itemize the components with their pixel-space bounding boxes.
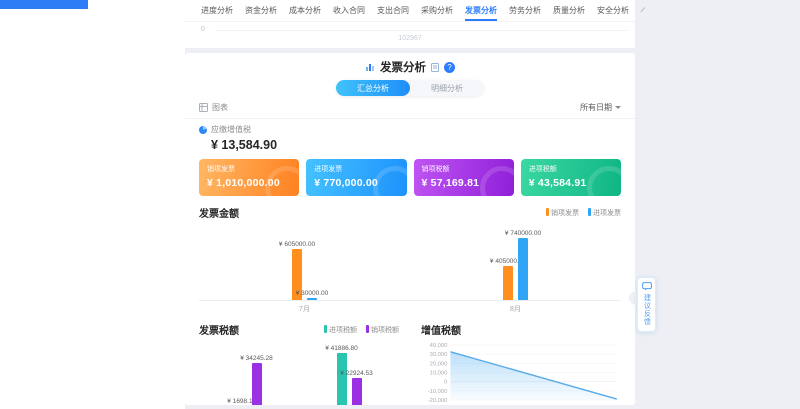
stat-card-value: ¥ 43,584.91: [529, 177, 613, 189]
page-title: 发票分析: [380, 59, 426, 75]
legend-invoice-tax: 进项税额销项税额: [324, 325, 399, 335]
date-filter-dropdown[interactable]: 所有日期: [580, 102, 621, 113]
bar-group: ¥ 41886.80 ¥ 22924.53: [337, 353, 362, 405]
nav-tab[interactable]: 发票分析: [465, 0, 497, 21]
bar-value-label: ¥ 41886.80: [325, 345, 358, 352]
main-column: 进度分析资金分析成本分析收入合同支出合同采购分析发票分析劳务分析质量分析安全分析…: [185, 0, 635, 409]
legend-item[interactable]: 销项税额: [366, 325, 399, 335]
legend-item[interactable]: 进项发票: [588, 208, 621, 218]
analysis-mode-toggle: 汇总分析 明细分析: [336, 80, 484, 96]
section-title-vat-amount: 增值税额: [421, 322, 461, 337]
svg-text:10,000: 10,000: [430, 371, 448, 377]
chart-mode-label[interactable]: 图表: [212, 102, 228, 113]
vat-summary-label: 应缴增值税: [211, 124, 251, 135]
bar-value-label: ¥ 34245.28: [240, 355, 273, 362]
top-left-accent-bar: [0, 0, 88, 9]
stat-card-label: 销项发票: [207, 164, 291, 174]
stat-card: 进项发票 ¥ 770,000.00: [306, 159, 406, 196]
line-chart-vat: 40,00030,00020,00010,0000-10,000-20,0002…: [421, 339, 621, 405]
bar: ¥ 22924.53: [352, 378, 362, 405]
invoice-amount-section: 发票金额 销项发票进项发票 ¥ 605000.00¥ 30000.00¥ 405…: [185, 205, 635, 314]
date-filter-value: 所有日期: [580, 102, 612, 113]
bar-value-label: ¥ 22924.53: [340, 370, 373, 377]
left-background-panel: [0, 0, 185, 409]
category-label: 7月: [299, 304, 310, 314]
chart-mode-icon: [199, 103, 208, 112]
feedback-widget[interactable]: 建议反馈: [637, 277, 656, 332]
stat-card-value: ¥ 1,010,000.00: [207, 177, 291, 189]
svg-text:-20,000: -20,000: [428, 398, 448, 404]
filter-row: 图表 所有日期: [185, 102, 635, 113]
bar: ¥ 30000.00: [307, 298, 317, 301]
bar-value-label: ¥ 30000.00: [296, 290, 329, 297]
caret-down-icon: [615, 106, 621, 112]
stat-card-label: 销项税额: [422, 164, 506, 174]
svg-text:40,000: 40,000: [430, 343, 448, 349]
svg-text:30,000: 30,000: [430, 352, 448, 358]
nav-tab[interactable]: 成本分析: [289, 0, 321, 21]
stat-card: 进项税额 ¥ 43,584.91: [521, 159, 621, 196]
legend-item[interactable]: 销项发票: [546, 208, 579, 218]
stat-card: 销项税额 ¥ 57,169.81: [414, 159, 514, 196]
help-icon[interactable]: ?: [444, 62, 455, 73]
stat-card-value: ¥ 770,000.00: [314, 177, 398, 189]
bar-value-label: ¥ 740000.00: [505, 230, 541, 237]
category-label: 8月: [510, 304, 521, 314]
nav-tab[interactable]: 采购分析: [421, 0, 453, 21]
chevron-down-icon[interactable]: [640, 7, 645, 12]
card-title-row: 发票分析 ?: [185, 53, 635, 75]
nav-tab[interactable]: 收入合同: [333, 0, 365, 21]
stat-cards: 销项发票 ¥ 1,010,000.00 进项发票 ¥ 770,000.00 销项税额 ¥ …: [185, 159, 635, 196]
stat-card-label: 进项税额: [529, 164, 613, 174]
invoice-tax-section: 发票税额 进项税额销项税额 ¥ 1698.11¥ 34245.28 ¥ 41886…: [199, 322, 399, 405]
bar-group: ¥ 1698.11¥ 34245.28: [237, 363, 262, 405]
nav-tab[interactable]: 支出合同: [377, 0, 409, 21]
chat-icon: [642, 282, 652, 291]
feedback-label: 建议反馈: [642, 294, 652, 326]
stat-card-label: 进项发票: [314, 164, 398, 174]
stat-card-value: ¥ 57,169.81: [422, 177, 506, 189]
scrolled-chart-remnant: 0 102967: [185, 22, 635, 48]
nav-tab[interactable]: 质量分析: [553, 0, 585, 21]
bar: ¥ 34245.28: [252, 363, 262, 405]
invoice-analysis-card: 发票分析 ? 汇总分析 明细分析 图表 所有日期 应缴增值税 ¥ 13,5: [185, 53, 635, 405]
pie-icon: [199, 126, 207, 134]
bar: ¥ 740000.00: [518, 238, 528, 300]
top-nav-tabs: 进度分析资金分析成本分析收入合同支出合同采购分析发票分析劳务分析质量分析安全分析: [201, 0, 629, 21]
category-axis: 7月 8月: [199, 304, 621, 314]
bar-chart-invoice-tax: ¥ 1698.11¥ 34245.28¥ 41886.80¥ 22924.53: [199, 349, 399, 405]
bar-group: ¥ 405000.00 ¥ 740000.00: [503, 238, 528, 300]
svg-text:0: 0: [444, 380, 447, 386]
legend-item[interactable]: 进项税额: [324, 325, 357, 335]
bar: ¥ 405000.00: [503, 266, 513, 300]
bar-chart-invoice-amount: ¥ 605000.00¥ 30000.00¥ 405000.00¥ 740000…: [199, 233, 621, 301]
legend-invoice-amount: 销项发票进项发票: [546, 208, 621, 218]
document-icon: [431, 63, 439, 72]
axis-zero-label: 0: [201, 26, 205, 33]
toggle-summary-analysis[interactable]: 汇总分析: [336, 80, 410, 96]
bottom-charts-row: 发票税额 进项税额销项税额 ¥ 1698.11¥ 34245.28 ¥ 41886…: [185, 322, 635, 405]
bar-value-label: ¥ 605000.00: [279, 241, 315, 248]
bar: ¥ 41886.80: [337, 353, 347, 405]
section-title-invoice-amount: 发票金额: [199, 205, 239, 220]
stat-card: 销项发票 ¥ 1,010,000.00: [199, 159, 299, 196]
vat-summary-value: ¥ 13,584.90: [211, 138, 621, 152]
vat-summary: 应缴增值税 ¥ 13,584.90: [185, 124, 635, 152]
top-nav: 进度分析资金分析成本分析收入合同支出合同采购分析发票分析劳务分析质量分析安全分析: [185, 0, 635, 22]
nav-tab[interactable]: 资金分析: [245, 0, 277, 21]
vat-amount-section: 增值税额 40,000 30,000 20,000 10,000 0 -10,000 -20…: [421, 322, 621, 405]
nav-tab[interactable]: 安全分析: [597, 0, 629, 21]
section-title-invoice-tax: 发票税额: [199, 322, 239, 337]
chart-bars-icon: [365, 62, 375, 72]
divider: [185, 118, 635, 119]
bar-group: ¥ 605000.00¥ 30000.00: [292, 249, 317, 300]
nav-tab[interactable]: 劳务分析: [509, 0, 541, 21]
nav-tab[interactable]: 进度分析: [201, 0, 233, 21]
axis-gridline: [215, 30, 627, 31]
svg-text:20,000: 20,000: [430, 361, 448, 367]
analysis-mode-toggle-row: 汇总分析 明细分析: [185, 80, 635, 96]
svg-text:-10,000: -10,000: [428, 389, 448, 395]
axis-category-label: 102967: [185, 35, 635, 42]
toggle-detail-analysis[interactable]: 明细分析: [410, 80, 484, 96]
